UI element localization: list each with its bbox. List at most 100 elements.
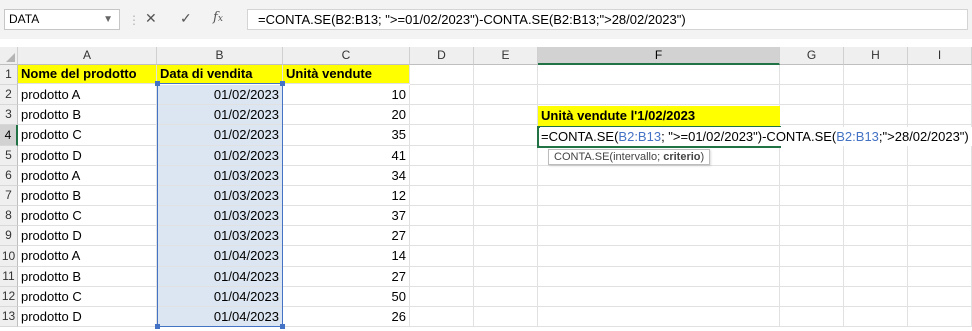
- empty-cell[interactable]: [474, 246, 538, 267]
- row-header[interactable]: 12: [0, 287, 18, 307]
- cell-units[interactable]: 14: [283, 246, 410, 267]
- close-icon[interactable]: ✕: [145, 10, 157, 27]
- empty-cell[interactable]: [908, 206, 972, 226]
- row-header[interactable]: 1: [0, 65, 18, 85]
- empty-cell[interactable]: [538, 307, 780, 327]
- cell-product[interactable]: prodotto B: [18, 267, 157, 287]
- empty-cell[interactable]: [410, 186, 474, 206]
- empty-cell[interactable]: [908, 105, 972, 125]
- empty-cell[interactable]: [538, 226, 780, 246]
- empty-cell[interactable]: [538, 206, 780, 226]
- empty-cell[interactable]: [538, 267, 780, 287]
- cell-product[interactable]: prodotto A: [18, 85, 157, 105]
- empty-cell[interactable]: [474, 65, 538, 85]
- empty-cell[interactable]: [410, 65, 474, 85]
- empty-cell[interactable]: [844, 226, 908, 246]
- empty-cell[interactable]: [538, 287, 780, 307]
- cell-product[interactable]: prodotto B: [18, 186, 157, 206]
- empty-cell[interactable]: [908, 287, 972, 307]
- empty-cell[interactable]: [474, 186, 538, 206]
- cell-date[interactable]: 01/02/2023: [157, 125, 283, 146]
- empty-cell[interactable]: [410, 105, 474, 125]
- empty-cell[interactable]: [780, 105, 844, 125]
- cell-date[interactable]: 01/02/2023: [157, 85, 283, 105]
- empty-cell[interactable]: [474, 226, 538, 246]
- header-product[interactable]: Nome del prodotto: [18, 65, 157, 84]
- empty-cell[interactable]: [538, 166, 780, 186]
- empty-cell[interactable]: [474, 146, 538, 166]
- formula-input[interactable]: =CONTA.SE(B2:B13; ">=01/02/2023")-CONTA.…: [247, 9, 968, 30]
- cell-formula-editor[interactable]: =CONTA.SE(B2:B13; ">=01/02/2023")-CONTA.…: [540, 127, 972, 146]
- empty-cell[interactable]: [474, 307, 538, 327]
- cell-units[interactable]: 12: [283, 186, 410, 206]
- empty-cell[interactable]: [844, 206, 908, 226]
- empty-cell[interactable]: [780, 206, 844, 226]
- empty-cell[interactable]: [474, 105, 538, 125]
- empty-cell[interactable]: [844, 65, 908, 85]
- row-header[interactable]: 11: [0, 267, 18, 287]
- empty-cell[interactable]: [908, 85, 972, 105]
- row-header[interactable]: 7: [0, 186, 18, 206]
- empty-cell[interactable]: [844, 307, 908, 327]
- resize-handle[interactable]: [280, 81, 285, 86]
- cell-date[interactable]: 01/04/2023: [157, 246, 283, 267]
- column-header-e[interactable]: E: [474, 47, 538, 65]
- empty-cell[interactable]: [844, 186, 908, 206]
- column-header-h[interactable]: H: [844, 47, 908, 65]
- cell-units[interactable]: 27: [283, 226, 410, 246]
- cell-product[interactable]: prodotto B: [18, 105, 157, 125]
- row-header[interactable]: 4: [0, 125, 18, 146]
- cell-units[interactable]: 10: [283, 85, 410, 105]
- cell-units[interactable]: 26: [283, 307, 410, 327]
- empty-cell[interactable]: [474, 287, 538, 307]
- empty-cell[interactable]: [410, 146, 474, 166]
- empty-cell[interactable]: [780, 226, 844, 246]
- cell-units[interactable]: 37: [283, 206, 410, 226]
- select-all-corner[interactable]: [0, 47, 18, 65]
- empty-cell[interactable]: [410, 287, 474, 307]
- column-header-i[interactable]: I: [908, 47, 972, 65]
- fx-icon[interactable]: fx: [213, 10, 223, 25]
- cell-date[interactable]: 01/03/2023: [157, 206, 283, 226]
- empty-cell[interactable]: [474, 206, 538, 226]
- cell-units[interactable]: 27: [283, 267, 410, 287]
- empty-cell[interactable]: [410, 166, 474, 186]
- empty-cell[interactable]: [780, 186, 844, 206]
- empty-cell[interactable]: [844, 105, 908, 125]
- row-header[interactable]: 6: [0, 166, 18, 186]
- cell-product[interactable]: prodotto C: [18, 206, 157, 226]
- empty-cell[interactable]: [410, 307, 474, 327]
- row-header[interactable]: 9: [0, 226, 18, 246]
- empty-cell[interactable]: [474, 166, 538, 186]
- check-icon[interactable]: ✓: [180, 10, 192, 27]
- cell-date[interactable]: 01/04/2023: [157, 307, 283, 327]
- chevron-down-icon[interactable]: ▼: [103, 10, 113, 29]
- empty-cell[interactable]: [474, 125, 538, 146]
- empty-cell[interactable]: [844, 287, 908, 307]
- empty-cell[interactable]: [844, 85, 908, 105]
- empty-cell[interactable]: [780, 65, 844, 85]
- column-header-f[interactable]: F: [538, 47, 780, 65]
- empty-cell[interactable]: [908, 166, 972, 186]
- summary-label[interactable]: Unità vendute l'1/02/2023: [538, 106, 780, 127]
- row-header[interactable]: 5: [0, 146, 18, 166]
- empty-cell[interactable]: [538, 65, 780, 85]
- cell-units[interactable]: 20: [283, 105, 410, 125]
- header-date[interactable]: Data di vendita: [157, 65, 283, 84]
- column-header-d[interactable]: D: [410, 47, 474, 65]
- empty-cell[interactable]: [908, 65, 972, 85]
- header-units[interactable]: Unità vendute: [283, 65, 410, 84]
- row-header[interactable]: 13: [0, 307, 18, 327]
- empty-cell[interactable]: [908, 226, 972, 246]
- empty-cell[interactable]: [780, 267, 844, 287]
- column-header-b[interactable]: B: [157, 47, 283, 65]
- empty-cell[interactable]: [410, 206, 474, 226]
- empty-cell[interactable]: [780, 287, 844, 307]
- empty-cell[interactable]: [410, 85, 474, 105]
- empty-cell[interactable]: [908, 307, 972, 327]
- cell-product[interactable]: prodotto D: [18, 226, 157, 246]
- row-header[interactable]: 3: [0, 105, 18, 125]
- empty-cell[interactable]: [538, 186, 780, 206]
- empty-cell[interactable]: [844, 246, 908, 267]
- row-header[interactable]: 2: [0, 85, 18, 105]
